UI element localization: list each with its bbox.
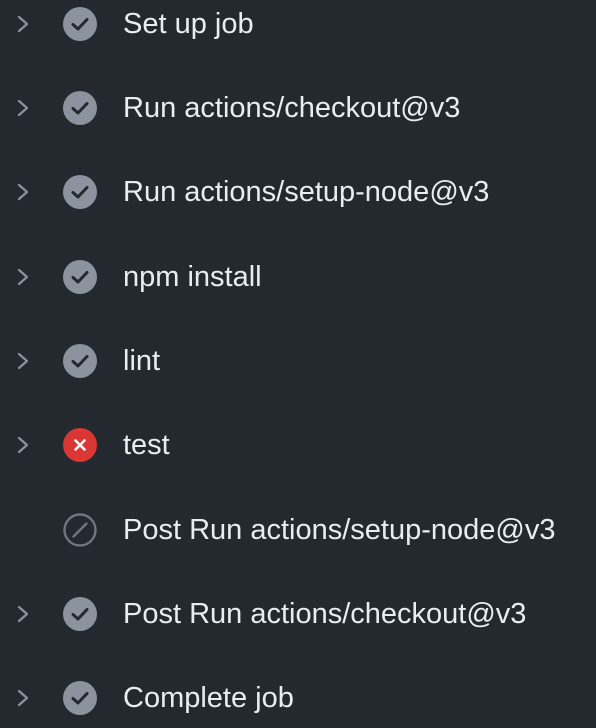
chevron-right-icon[interactable] bbox=[13, 267, 33, 287]
check-circle-icon bbox=[63, 91, 97, 125]
step-label: Run actions/checkout@v3 bbox=[123, 92, 461, 124]
x-circle-icon bbox=[63, 428, 97, 462]
step-run-actions-setup-node[interactable]: Run actions/setup-node@v3 bbox=[0, 162, 596, 222]
check-circle-icon bbox=[63, 175, 97, 209]
step-npm-install[interactable]: npm install bbox=[0, 247, 596, 307]
step-run-actions-checkout[interactable]: Run actions/checkout@v3 bbox=[0, 78, 596, 138]
step-set-up-job[interactable]: Set up job bbox=[0, 0, 596, 54]
step-label: Complete job bbox=[123, 682, 294, 714]
job-steps-list: Set up job Run actions/checkout@v3 Run a… bbox=[0, 0, 596, 715]
step-label: Post Run actions/checkout@v3 bbox=[123, 598, 527, 630]
check-circle-icon bbox=[63, 7, 97, 41]
check-circle-icon bbox=[63, 597, 97, 631]
skip-icon bbox=[63, 513, 97, 547]
step-test[interactable]: test bbox=[0, 415, 596, 475]
step-label: Post Run actions/setup-node@v3 bbox=[123, 514, 556, 546]
chevron-right-icon[interactable] bbox=[13, 98, 33, 118]
step-label: test bbox=[123, 429, 170, 461]
check-circle-icon bbox=[63, 681, 97, 715]
step-label: Set up job bbox=[123, 8, 254, 40]
chevron-right-icon[interactable] bbox=[13, 351, 33, 371]
step-lint[interactable]: lint bbox=[0, 331, 596, 391]
step-label: npm install bbox=[123, 261, 262, 293]
step-post-run-actions-setup-node[interactable]: Post Run actions/setup-node@v3 bbox=[0, 500, 596, 560]
chevron-right-icon[interactable] bbox=[13, 604, 33, 624]
chevron-right-icon[interactable] bbox=[13, 435, 33, 455]
step-post-run-actions-checkout[interactable]: Post Run actions/checkout@v3 bbox=[0, 584, 596, 644]
chevron-right-icon[interactable] bbox=[13, 688, 33, 708]
step-label: lint bbox=[123, 345, 161, 377]
step-complete-job[interactable]: Complete job bbox=[0, 668, 596, 728]
check-circle-icon bbox=[63, 260, 97, 294]
step-label: Run actions/setup-node@v3 bbox=[123, 176, 490, 208]
check-circle-icon bbox=[63, 344, 97, 378]
chevron-right-icon[interactable] bbox=[13, 182, 33, 202]
chevron-right-icon[interactable] bbox=[13, 14, 33, 34]
